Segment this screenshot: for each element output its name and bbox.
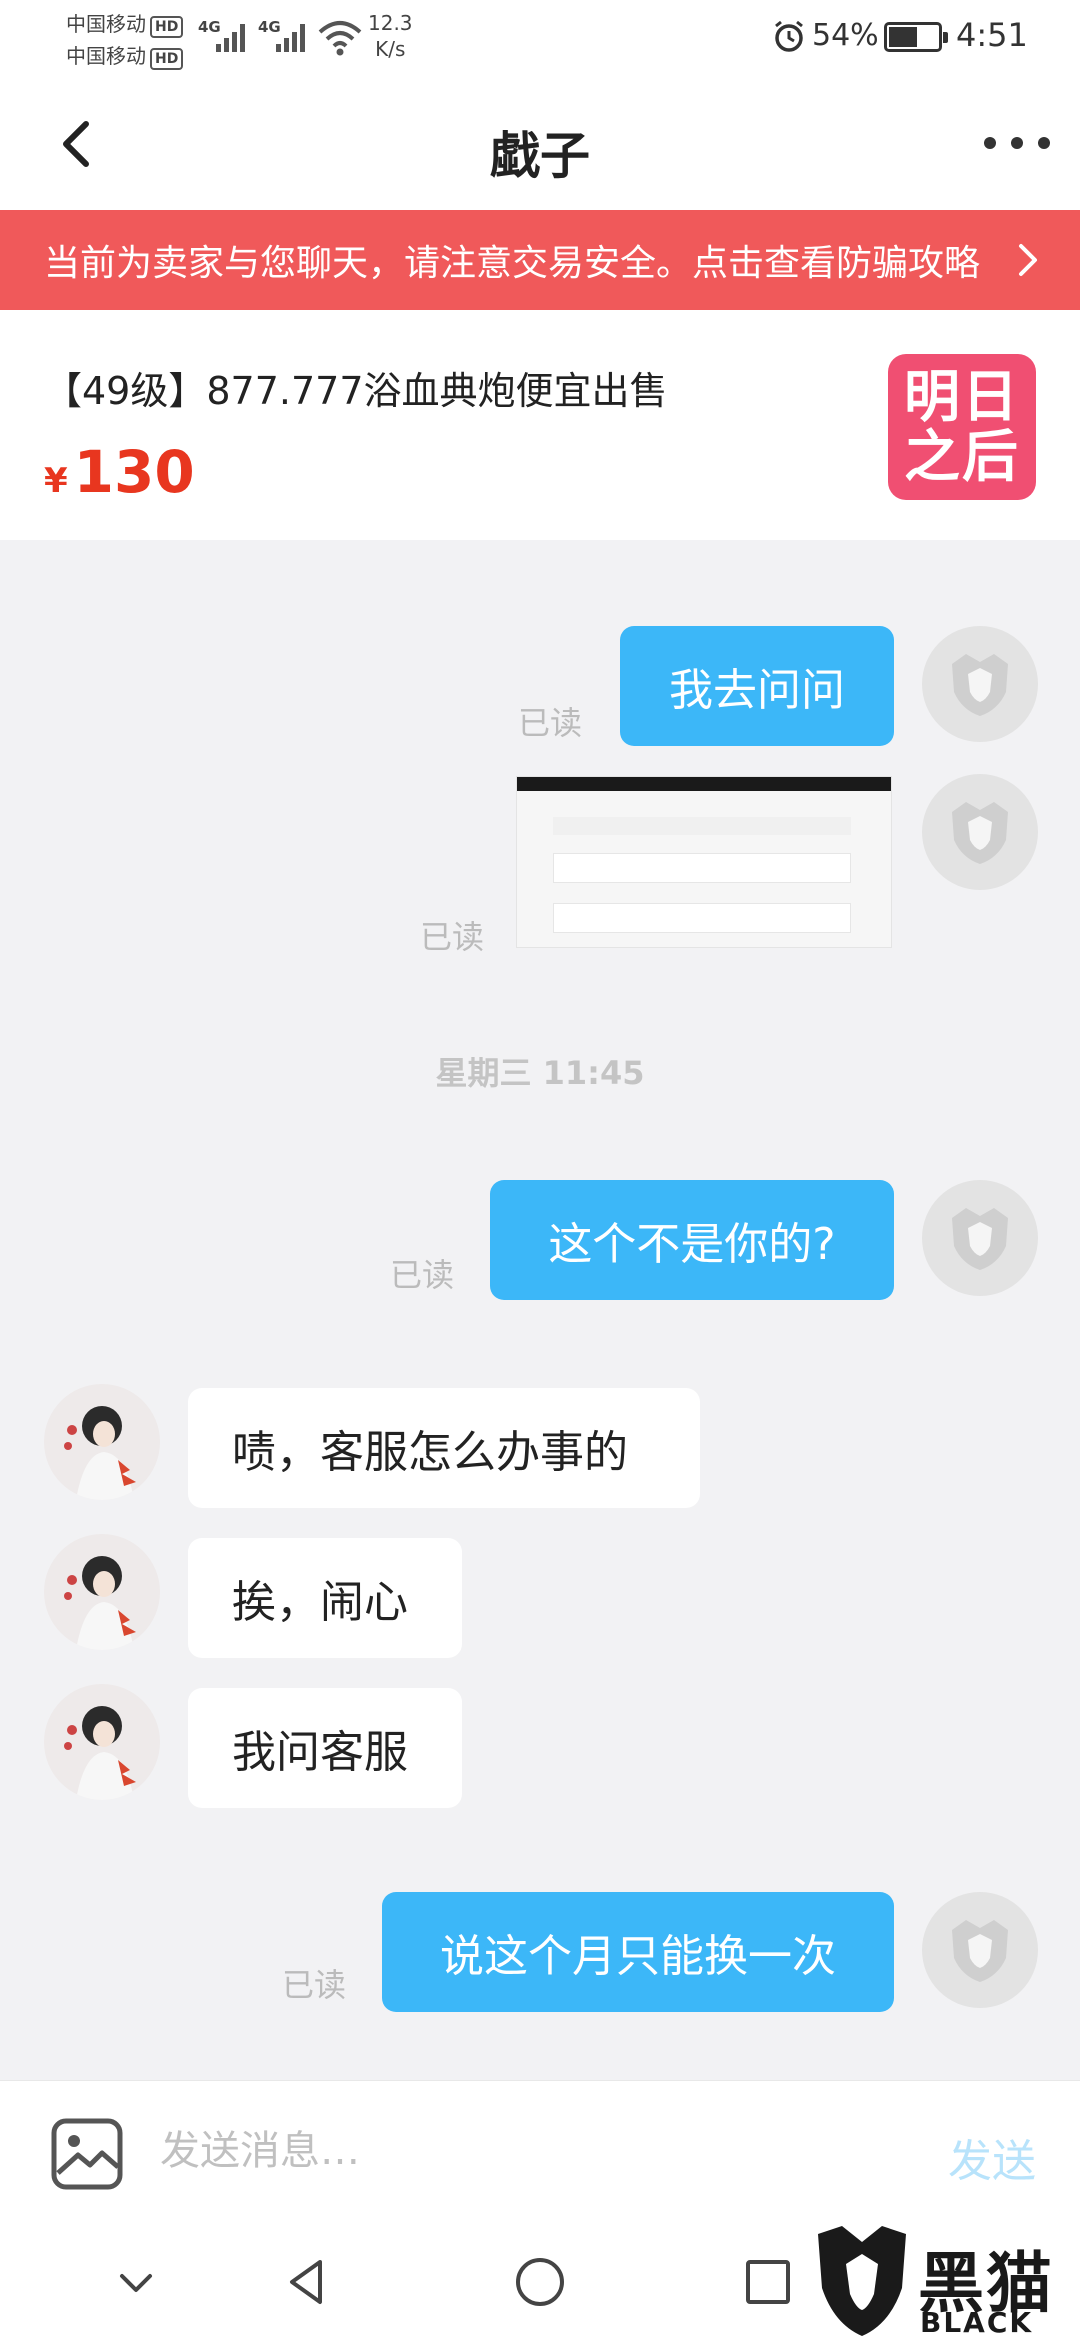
avatar[interactable] <box>922 626 1038 742</box>
chat-timestamp: 星期三 11:45 <box>435 1054 645 1092</box>
wifi-icon <box>318 21 362 56</box>
product-title: 【49级】877.777浴血典炮便宜出售 <box>44 369 668 413</box>
chevron-right-icon <box>1019 244 1037 276</box>
chat-bubble-incoming[interactable]: 挨，闹心 <box>188 1538 462 1658</box>
avatar-illustration-icon <box>64 1556 136 1650</box>
send-button[interactable]: 发送 <box>948 2125 1036 2189</box>
carrier-1: 中国移动 HD <box>66 8 184 38</box>
avatar-shield-icon <box>952 1920 1008 1982</box>
chat-image-screenshot[interactable] <box>516 776 892 948</box>
signal-icon <box>216 22 245 52</box>
message-input[interactable] <box>160 2111 920 2191</box>
avatar[interactable] <box>922 774 1038 890</box>
message-input-bar: 发送 <box>0 2080 1080 2220</box>
chat-bubble-incoming[interactable]: 啧，客服怎么办事的 <box>188 1388 700 1508</box>
chat-bubble-outgoing[interactable]: 这个不是你的? <box>490 1180 894 1300</box>
speed-unit: K/s <box>375 37 406 61</box>
hd-badge-2: HD <box>150 48 184 70</box>
safety-warning-text: 当前为卖家与您聊天，请注意交易安全。点击查看防骗攻略 <box>44 243 981 284</box>
watermark: 黑猫 BLACK CAT <box>808 2222 1080 2340</box>
product-thumbnail[interactable]: 明日 之后 <box>888 354 1036 500</box>
carrier-2-label: 中国移动 <box>66 44 146 68</box>
clock: 4:51 <box>956 16 1028 54</box>
thumb-line-2: 之后 <box>904 425 1020 490</box>
avatar-illustration-icon <box>64 1706 136 1800</box>
image-statusbar <box>517 777 891 791</box>
safety-warning-banner[interactable]: 当前为卖家与您聊天，请注意交易安全。点击查看防骗攻略 <box>0 210 1080 310</box>
avatar[interactable] <box>44 1534 160 1650</box>
avatar-shield-icon <box>952 654 1008 716</box>
back-triangle-icon[interactable] <box>276 2250 340 2314</box>
thumb-line-1: 明日 <box>904 365 1020 430</box>
product-price: ¥130 <box>44 438 195 506</box>
alarm-icon <box>775 20 803 52</box>
chevron-down-icon[interactable] <box>104 2250 168 2314</box>
image-field-row <box>553 853 851 883</box>
chat-bubble-outgoing[interactable]: 说这个月只能换一次 <box>382 1892 894 2012</box>
battery-fill <box>889 27 918 47</box>
product-card[interactable]: 【49级】877.777浴血典炮便宜出售 ¥130 明日 之后 <box>0 310 1080 540</box>
title-bar: 戱子 <box>0 78 1080 210</box>
read-receipt: 已读 <box>518 704 583 742</box>
read-receipt: 已读 <box>390 1256 455 1294</box>
speed-value: 12.3 <box>368 11 413 35</box>
avatar[interactable] <box>922 1892 1038 2008</box>
image-picker-icon[interactable] <box>50 2117 124 2191</box>
chat-area[interactable]: 已读 我去问问 已读 星期三 11:45 已读 这个不是你的? 啧，客服怎么办事… <box>0 540 1080 2080</box>
chat-bubble-outgoing[interactable]: 我去问问 <box>620 626 894 746</box>
avatar-illustration-icon <box>64 1406 136 1500</box>
signal-icon <box>276 22 305 52</box>
network-speed: 12.3 K/s <box>368 10 413 62</box>
more-dots-icon[interactable] <box>984 128 1050 158</box>
hd-badge-1: HD <box>150 16 184 38</box>
price-amount: 130 <box>73 438 195 506</box>
battery-icon <box>884 22 948 52</box>
avatar[interactable] <box>44 1684 160 1800</box>
read-receipt: 已读 <box>282 1966 347 2004</box>
image-header-row <box>553 817 851 835</box>
avatar-shield-icon <box>952 1208 1008 1270</box>
image-field-row <box>553 903 851 933</box>
watermark-en: BLACK CAT <box>920 2306 1034 2340</box>
carrier-2: 中国移动 HD <box>66 40 184 70</box>
status-bar: 中国移动 HD 中国移动 HD 4G 4G 12.3 K/s 54% 4:51 <box>0 0 1080 78</box>
price-currency: ¥ <box>44 461 68 501</box>
avatar[interactable] <box>44 1384 160 1500</box>
avatar-shield-icon <box>952 802 1008 864</box>
home-circle-icon[interactable] <box>508 2250 572 2314</box>
carrier-1-label: 中国移动 <box>66 12 146 36</box>
page-title: 戱子 <box>490 127 590 185</box>
read-receipt: 已读 <box>420 918 485 956</box>
battery-percent: 54% <box>812 18 879 53</box>
recents-square-icon[interactable] <box>736 2250 800 2314</box>
chat-bubble-incoming[interactable]: 我问客服 <box>188 1688 462 1808</box>
cat-shield-logo-icon <box>818 2226 906 2336</box>
avatar[interactable] <box>922 1180 1038 1296</box>
